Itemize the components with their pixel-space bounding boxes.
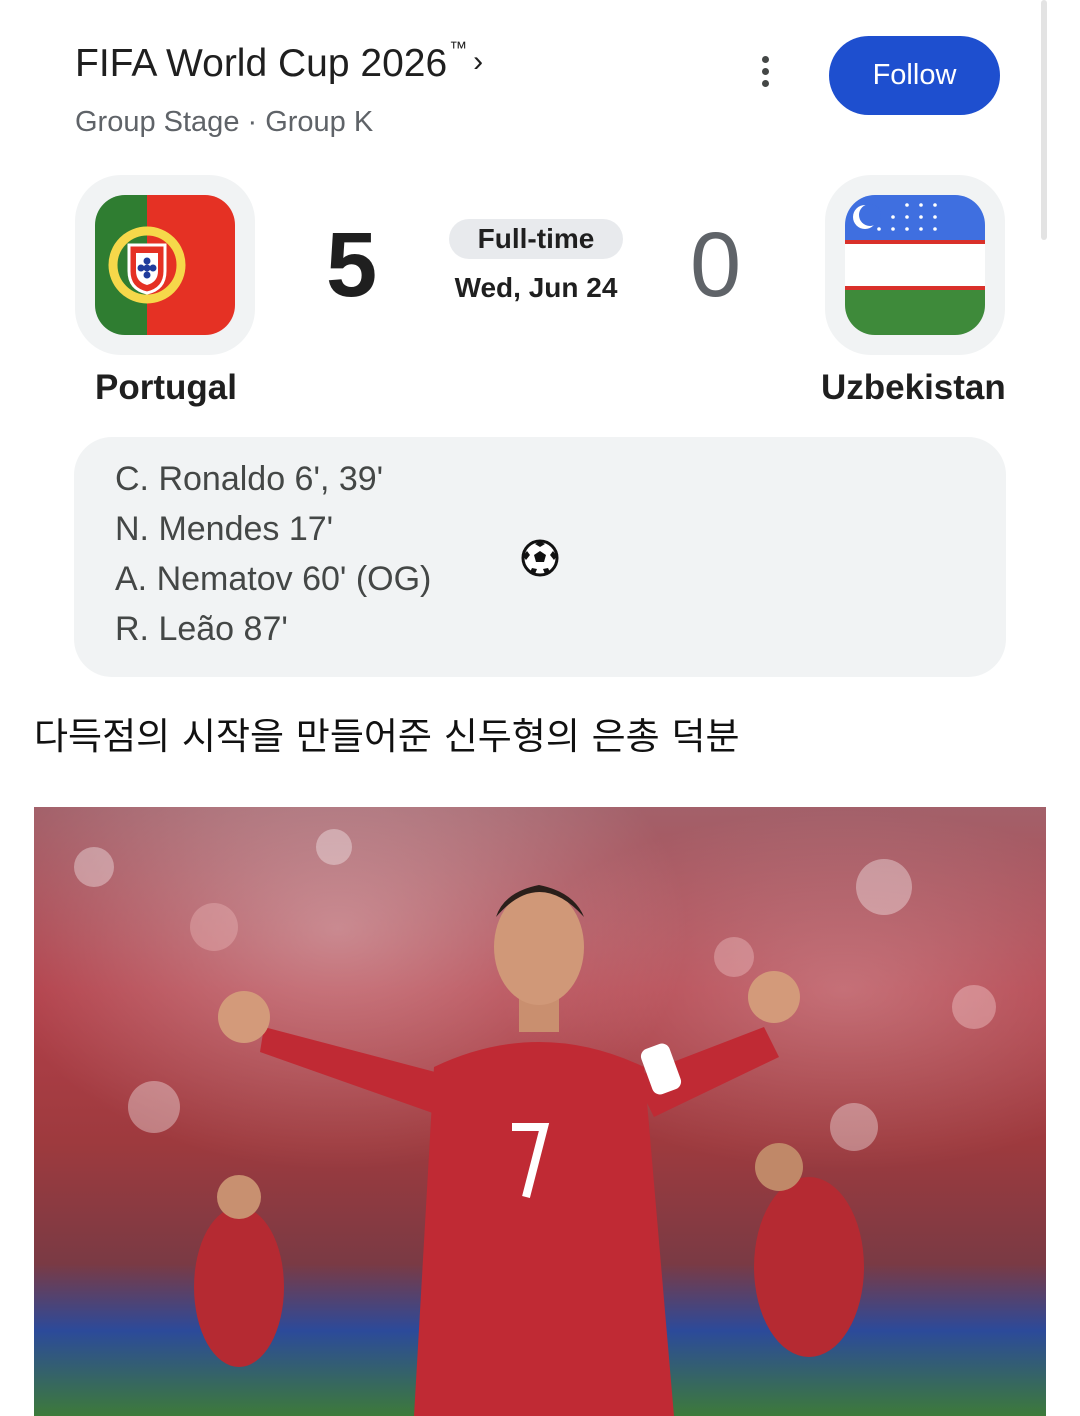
- goal-scorer-item: C. Ronaldo 6', 39': [115, 460, 384, 498]
- goal-scorer-item: N. Mendes 17': [115, 510, 334, 548]
- soccer-ball-icon: [521, 539, 559, 577]
- home-team-name[interactable]: Portugal: [95, 368, 237, 408]
- goal-scorer-item: A. Nematov 60' (OG): [115, 560, 432, 598]
- trademark-symbol: ™: [449, 37, 468, 58]
- home-score: 5: [326, 214, 378, 316]
- post-caption: 다득점의 시작을 만들어준 신두형의 은총 덕분: [34, 715, 740, 758]
- chevron-right-icon: ›: [473, 45, 484, 78]
- follow-button[interactable]: Follow: [829, 36, 1000, 115]
- goal-scorers-list: C. Ronaldo 6', 39' N. Mendes 17' A. Nema…: [115, 457, 431, 657]
- scrollbar[interactable]: [1041, 0, 1047, 240]
- home-team-logo[interactable]: [75, 175, 255, 355]
- competition-title: FIFA World Cup 2026: [75, 42, 448, 85]
- stage-subtitle: Group Stage · Group K: [75, 106, 374, 138]
- competition-title-link[interactable]: FIFA World Cup 2026 ™ ›: [75, 38, 484, 86]
- uzbekistan-flag-icon: [845, 195, 985, 335]
- away-team-logo[interactable]: [825, 175, 1005, 355]
- goal-scorers-card[interactable]: C. Ronaldo 6', 39' N. Mendes 17' A. Nema…: [74, 437, 1006, 677]
- player-celebration-photo[interactable]: [34, 807, 1046, 1416]
- away-team-name[interactable]: Uzbekistan: [821, 368, 1006, 408]
- match-date: Wed, Jun 24: [454, 272, 618, 303]
- goal-scorer-item: R. Leão 87': [115, 610, 288, 648]
- away-score: 0: [690, 214, 742, 316]
- more-options-icon[interactable]: [745, 48, 785, 94]
- portugal-flag-icon: [95, 195, 235, 335]
- match-status-badge: Full-time: [449, 219, 623, 259]
